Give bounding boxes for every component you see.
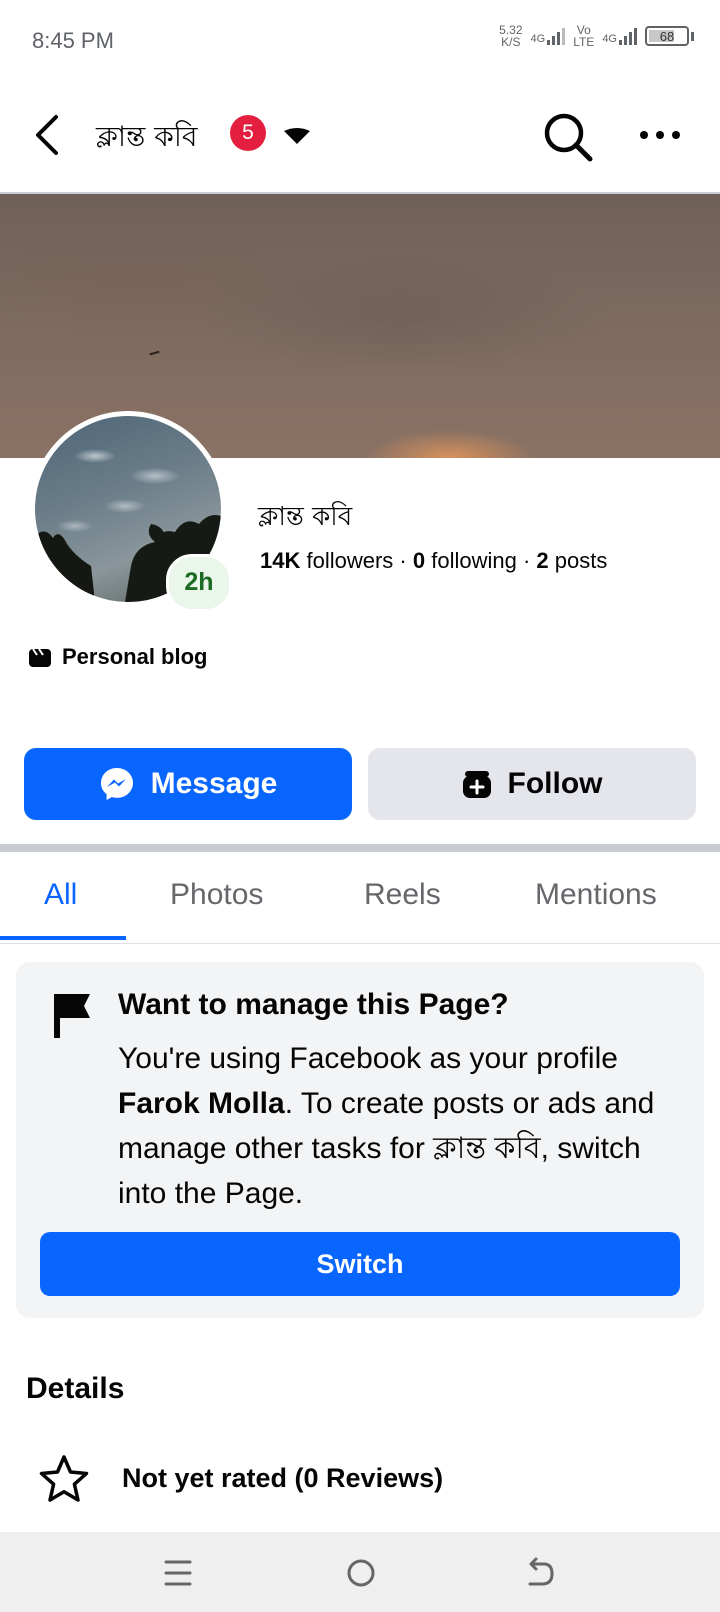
- follow-button[interactable]: Follow: [368, 748, 696, 820]
- page-category: Personal blog: [28, 644, 207, 670]
- posts-count: 2: [536, 548, 549, 573]
- sim1-signal-icon: 4G: [531, 27, 566, 45]
- follow-icon: [462, 771, 491, 798]
- messenger-icon: [100, 768, 133, 800]
- following-label[interactable]: following: [431, 548, 517, 573]
- status-icons: 5.32 K/S 4G Vo LTE 4G 68: [499, 24, 694, 48]
- rating-text[interactable]: Not yet rated (0 Reviews): [122, 1463, 443, 1494]
- page-title[interactable]: ক্লান্ত কবি: [96, 115, 197, 162]
- sim2-signal-icon: 4G: [602, 27, 637, 45]
- status-time: 8:45 PM: [32, 28, 114, 53]
- top-app-bar: ক্লান্ত কবি 5: [0, 95, 720, 175]
- back-nav-icon[interactable]: [524, 1556, 556, 1588]
- search-icon: [544, 113, 593, 162]
- tabs-divider: [0, 943, 720, 944]
- tab-all[interactable]: All: [44, 878, 77, 912]
- active-tab-indicator: [0, 936, 126, 940]
- message-button[interactable]: Message: [24, 748, 352, 820]
- profile-stats: 14K followers · 0 following · 2 posts: [260, 548, 608, 573]
- flag-icon: [54, 994, 90, 1038]
- battery-icon: 68: [645, 26, 689, 46]
- profile-name: ক্লান্ত কবি: [258, 502, 353, 532]
- profile-name-link: Farok Molla: [118, 1087, 285, 1120]
- back-button[interactable]: [28, 111, 68, 159]
- followers-count[interactable]: 14K: [260, 548, 300, 573]
- caret-down-icon: [284, 128, 310, 144]
- following-count[interactable]: 0: [413, 548, 425, 573]
- volte-icon: Vo LTE: [573, 23, 595, 49]
- recent-apps-icon[interactable]: [164, 1558, 192, 1588]
- story-time-badge[interactable]: 2h: [166, 554, 232, 612]
- switch-button[interactable]: Switch: [40, 1232, 680, 1296]
- manage-card-body: You're using Facebook as your profile Fa…: [118, 1042, 655, 1210]
- status-bar: 8:45 PM 5.32 K/S 4G Vo LTE 4G 68: [0, 0, 720, 80]
- clapperboard-icon: [29, 648, 51, 667]
- more-horizontal-icon: [640, 131, 680, 139]
- followers-label[interactable]: followers: [306, 548, 393, 573]
- network-speed: 5.32 K/S: [499, 23, 523, 49]
- tab-mentions[interactable]: Mentions: [535, 878, 657, 912]
- star-icon: [39, 1455, 89, 1502]
- tab-photos[interactable]: Photos: [170, 878, 263, 912]
- profile-tabs: All Photos Reels Mentions: [0, 852, 720, 942]
- more-options-button[interactable]: [636, 123, 684, 147]
- chevron-left-icon: [36, 115, 58, 155]
- page-switcher-button[interactable]: [282, 127, 312, 145]
- details-heading: Details: [26, 1372, 125, 1405]
- message-label: Message: [150, 767, 278, 800]
- search-button[interactable]: [540, 109, 596, 165]
- notification-badge[interactable]: 5: [230, 115, 266, 151]
- home-icon[interactable]: [346, 1558, 376, 1588]
- category-label: Personal blog: [62, 644, 208, 669]
- posts-label: posts: [554, 548, 608, 573]
- section-divider: [0, 844, 720, 852]
- manage-card-title: Want to manage this Page?: [118, 988, 509, 1021]
- tab-reels[interactable]: Reels: [364, 878, 441, 912]
- follow-label: Follow: [507, 767, 603, 800]
